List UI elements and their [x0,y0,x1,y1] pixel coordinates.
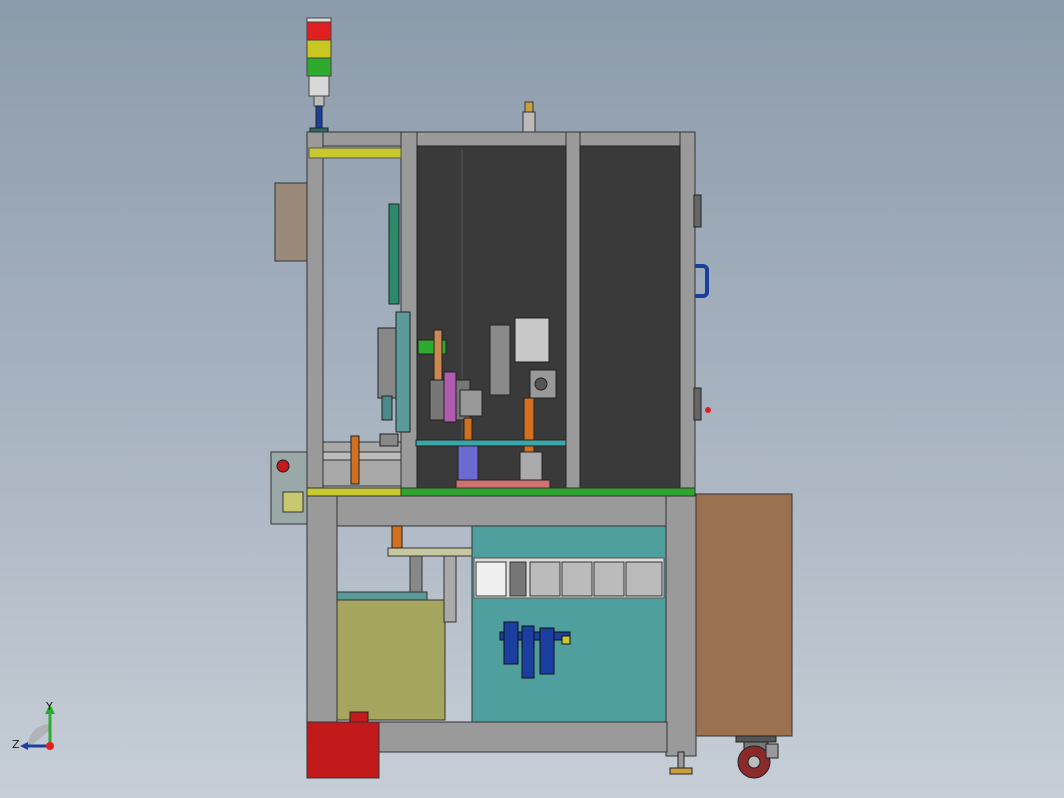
yellow-base-strip [306,487,404,497]
feeder-rail [322,433,402,487]
guide-plate [388,203,400,305]
door-hardware [693,194,711,421]
caster-wheel [735,735,779,779]
side-valve-assembly [270,451,308,525]
side-cabinet [695,493,793,737]
base-plate [400,487,696,497]
y-axis-label: Y [45,700,53,713]
top-sensor [522,101,536,133]
signal-tower [306,17,332,135]
lower-storage-box [336,525,473,723]
electrical-panel [471,525,667,723]
cad-viewport[interactable]: Y Z [0,0,1064,798]
upper-frame [306,131,696,493]
x-axis-point [46,742,54,750]
side-control-box [274,182,308,262]
z-axis-label: Z [12,738,20,751]
red-base-block [306,721,380,779]
coordinate-triad: Y Z [12,700,55,751]
